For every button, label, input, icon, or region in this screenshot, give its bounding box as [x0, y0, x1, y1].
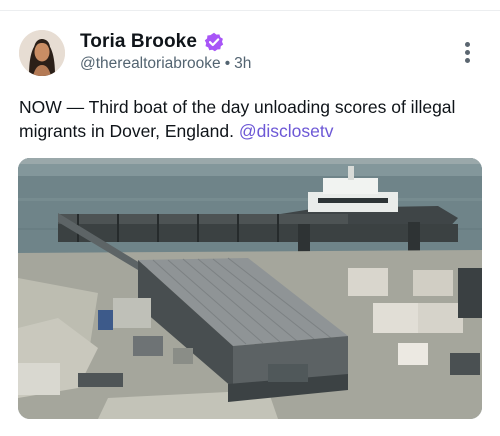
verified-badge-icon — [204, 32, 224, 52]
author-name-row: Toria Brooke — [80, 30, 224, 54]
post-text: NOW — Third boat of the day unloading sc… — [19, 95, 484, 143]
avatar[interactable] — [19, 30, 65, 76]
author-meta: @therealtoriabrooke • 3h — [80, 55, 251, 73]
post-card: Toria Brooke @therealtoriabrooke • 3h NOW … — [0, 0, 500, 436]
meta-separator: • — [224, 55, 231, 72]
post-image[interactable] — [18, 158, 482, 419]
post-body: NOW — Third boat of the day unloading sc… — [19, 97, 456, 141]
more-vertical-icon[interactable] — [460, 40, 474, 64]
mention-link[interactable]: @disclosetv — [239, 121, 334, 141]
author-display-name[interactable]: Toria Brooke — [80, 31, 197, 53]
post-timestamp[interactable]: 3h — [234, 55, 251, 72]
author-handle[interactable]: @therealtoriabrooke — [80, 55, 221, 72]
